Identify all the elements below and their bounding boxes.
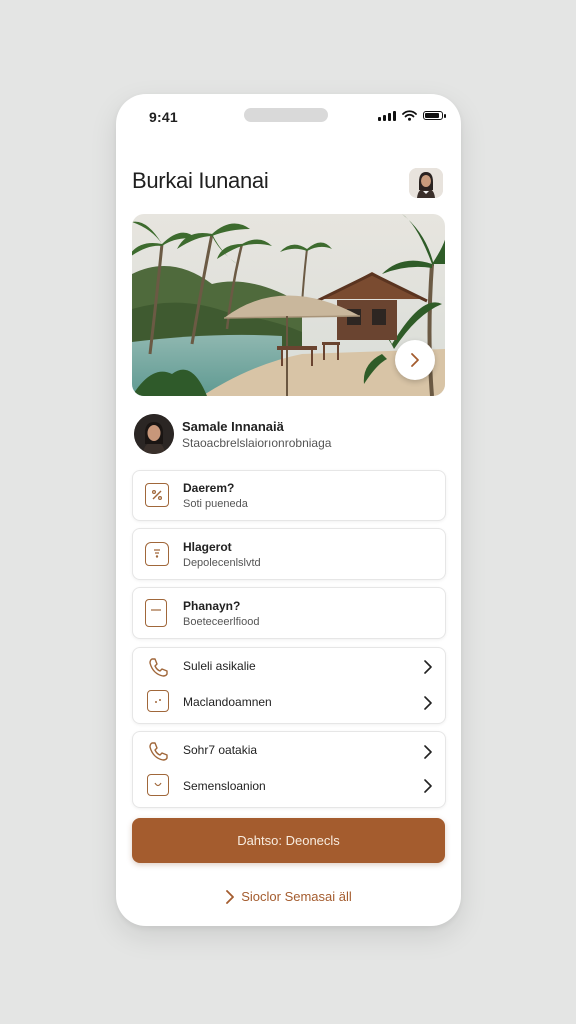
footer-link-label: Sioclor Semasai äll (241, 889, 352, 904)
phone-icon (149, 658, 168, 677)
status-icons (378, 110, 446, 121)
info-card-3[interactable]: Phanayn? Boeteceerlfiood (132, 587, 446, 639)
hero-next-button[interactable] (395, 340, 435, 380)
list-item-label: Sohr7 oatakia (183, 743, 258, 757)
profile-subtitle: Staoacbrelslaiorıonrobniaga (182, 436, 332, 450)
chevron-right-icon (226, 889, 235, 904)
hero-image[interactable] (132, 214, 445, 396)
square-dots-icon (147, 690, 169, 712)
document-icon (145, 599, 167, 627)
phone-frame: 9:41 Burkai Iunanai Samale Innanaiä Stao… (116, 94, 461, 926)
list-item[interactable]: Suleli asikalie (133, 648, 445, 685)
chevron-right-icon (424, 696, 432, 710)
list-group-1: Suleli asikalie Maclandoamnen (132, 647, 446, 724)
tag-icon (145, 483, 169, 507)
info-card-2[interactable]: Hlagerot Depolecenlslvtd (132, 528, 446, 580)
profile-row[interactable]: Samale Innanaiä Staoacbrelslaiorıonrobni… (134, 414, 445, 456)
primary-action-button[interactable]: Dahtso: Deonecls (132, 818, 445, 863)
info-card-1[interactable]: Daerem? Soti pueneda (132, 470, 446, 521)
page-title: Burkai Iunanai (132, 168, 269, 193)
chevron-right-icon (411, 353, 419, 367)
chevron-right-icon (424, 779, 432, 793)
chevron-right-icon (424, 660, 432, 674)
status-time: 9:41 (149, 109, 178, 125)
list-item-label: Suleli asikalie (183, 659, 256, 673)
chevron-right-icon (424, 745, 432, 759)
card-title: Daerem? (183, 481, 235, 495)
dynamic-island (244, 108, 328, 122)
avatar-portrait (134, 414, 174, 454)
list-group-2: Sohr7 oatakia Semensloanion (132, 731, 446, 808)
cup-icon (147, 774, 169, 796)
profile-name: Samale Innanaiä (182, 419, 284, 434)
avatar-portrait (409, 168, 443, 198)
list-item-label: Maclandoamnen (183, 695, 272, 709)
list-item-label: Semensloanion (183, 779, 266, 793)
primary-action-label: Dahtso: Deonecls (237, 833, 340, 848)
profile-avatar (134, 414, 174, 454)
card-subtitle: Depolecenlslvtd (183, 557, 261, 569)
card-title: Phanayn? (183, 599, 241, 613)
battery-icon (423, 111, 446, 120)
footer-link[interactable]: Sioclor Semasai äll (116, 889, 461, 904)
list-item[interactable]: Semensloanion (133, 769, 445, 807)
wifi-icon (402, 110, 417, 121)
list-item[interactable]: Sohr7 oatakia (133, 732, 445, 769)
card-subtitle: Boeteceerlfiood (183, 616, 260, 628)
user-avatar[interactable] (409, 168, 443, 198)
signal-icon (378, 110, 396, 121)
jar-icon (145, 542, 169, 566)
phone-icon (149, 742, 168, 761)
list-item[interactable]: Maclandoamnen (133, 685, 445, 723)
card-title: Hlagerot (183, 540, 232, 554)
card-subtitle: Soti pueneda (183, 498, 248, 510)
